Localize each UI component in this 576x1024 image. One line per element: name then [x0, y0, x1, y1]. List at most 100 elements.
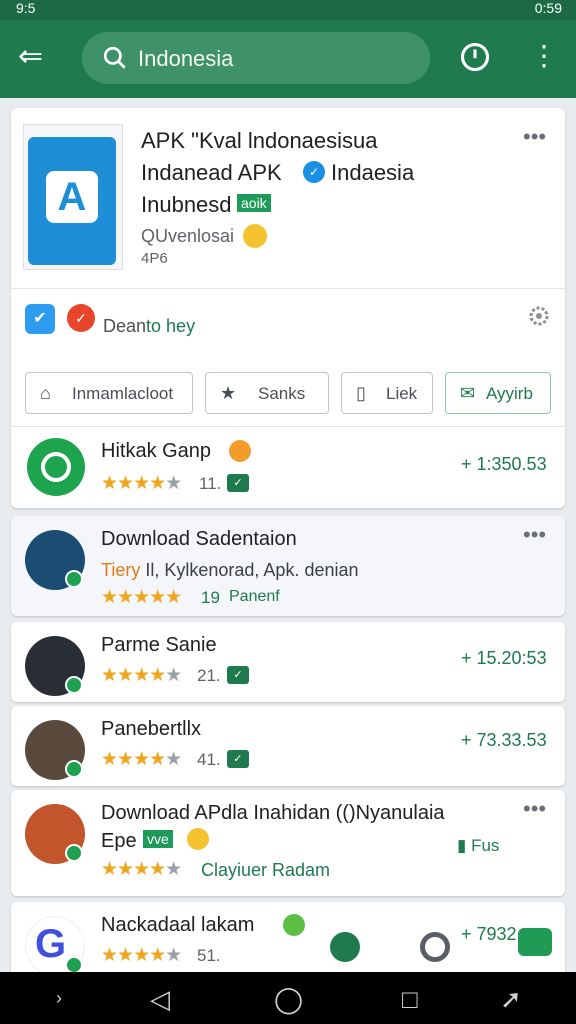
divider — [11, 288, 565, 289]
item-badge: vve — [143, 830, 173, 848]
app-detail-card: A APK "Kval lndonaesisua Indanead APK ✓ … — [11, 108, 565, 508]
rating-stars: ★★★★★ — [101, 749, 182, 770]
item-description-text: Il, Kylkenorad, Apk. denian — [145, 560, 359, 580]
back-arrow-icon[interactable]: ⇐ — [18, 42, 54, 72]
fans-text: Fus — [471, 836, 500, 855]
rating-stars: ★★★★★ — [101, 473, 182, 494]
chat-icon: ✓ — [227, 474, 249, 492]
more-menu-icon[interactable]: ⋮ — [530, 40, 558, 74]
app-bar: ⇐ Indonesia ⋮ — [0, 20, 576, 98]
app-subtitle: QUvenlosai — [141, 226, 235, 246]
divider — [11, 426, 565, 427]
emoji-icon — [187, 828, 209, 850]
install-button[interactable]: ⌂ Inmamlacloot — [25, 372, 193, 414]
item-name: Hitkak Ganp — [101, 440, 212, 462]
review-count: 11. — [199, 474, 222, 493]
rating-stars: ★★★★★ — [101, 587, 182, 608]
search-icon — [103, 46, 126, 69]
chat-nav-icon[interactable] — [518, 928, 552, 956]
item-tag-secondary: Clayiuer Radam — [201, 860, 331, 880]
search-input[interactable]: Indonesia — [82, 32, 430, 84]
list-item[interactable]: Download APdla Inahidan (()Nyanulaia •••… — [11, 790, 565, 896]
nav-menu-icon[interactable]: › — [56, 988, 62, 1009]
app-badge: aoik — [237, 194, 271, 212]
emoji-icon — [283, 914, 305, 936]
bookmark-button-label: Liek — [386, 384, 418, 403]
nav-assist-icon[interactable]: ➚ — [500, 984, 522, 1015]
search-query: Indonesia — [138, 46, 234, 71]
history-icon[interactable] — [460, 42, 490, 72]
nav-back-icon[interactable]: ◁ — [150, 984, 170, 1015]
star-icon: ★ — [220, 383, 237, 403]
rating-stars: ★★★★★ — [101, 859, 182, 880]
home-nav-icon[interactable] — [330, 932, 360, 962]
settings-gear-icon[interactable] — [527, 304, 551, 328]
g-logo-icon: G — [35, 922, 67, 966]
chat-icon: ✓ — [227, 750, 249, 768]
app-icon-background: A — [28, 137, 116, 265]
item-price: + 15.20:53 — [461, 648, 547, 668]
review-count: 51. — [197, 946, 221, 965]
mail-button[interactable]: ✉ Ayyirb — [445, 372, 551, 414]
app-avatar — [27, 438, 85, 496]
install-button-label: Inmamlacloot — [72, 384, 174, 403]
status-left-text: 9:5 — [16, 0, 36, 16]
item-description: Tiery Il, Kylkenorad, Apk. denian — [101, 560, 359, 581]
share-icon[interactable]: ✔ — [25, 304, 55, 334]
rate-button-label: Sanks — [258, 384, 306, 403]
item-options-icon[interactable]: ••• — [523, 522, 546, 548]
online-indicator-icon — [65, 844, 83, 862]
developer-highlight: to hey — [146, 316, 196, 336]
chat-icon: ✓ — [227, 666, 249, 684]
item-options-icon[interactable]: ••• — [523, 796, 546, 822]
mail-button-label: Ayyirb — [486, 384, 533, 403]
app-title-line2-suffix: Indaesia — [331, 160, 415, 185]
rate-button[interactable]: ★ Sanks — [205, 372, 329, 414]
rating-stars: ★★★★★ — [101, 665, 182, 686]
developer-logo-icon[interactable]: ✓ — [67, 304, 95, 332]
online-indicator-icon — [65, 760, 83, 778]
review-count: 21. — [197, 666, 221, 685]
list-item[interactable]: Parme Sanie ★★★★★ 21. ✓ + 15.20:53 — [11, 622, 565, 702]
bookmark-button[interactable]: ▯ Liek — [341, 372, 433, 414]
developer-prefix: Dean — [103, 316, 147, 336]
bottom-navigation — [320, 928, 566, 972]
item-name: Panebertllx — [101, 718, 202, 740]
developer-name[interactable]: Deanto hey — [103, 316, 195, 337]
item-name: Nackadaal lakam — [101, 914, 255, 936]
online-indicator-icon — [65, 676, 83, 694]
emoji-icon — [243, 224, 267, 248]
list-item[interactable]: Download Sadentaion ••• Tiery Il, Kylken… — [11, 516, 565, 616]
item-name: Parme Sanie — [101, 634, 217, 656]
bookmark-icon: ▯ — [356, 383, 366, 403]
nav-home-icon[interactable]: ◯ — [274, 984, 303, 1015]
nav-recents-icon[interactable]: □ — [402, 984, 418, 1015]
home-icon: ⌂ — [40, 383, 51, 403]
mail-icon: ✉ — [460, 383, 476, 403]
status-bar: 9:5 0:59 — [0, 0, 576, 20]
emoji-icon — [229, 440, 251, 462]
system-navigation-bar: › ◁ ◯ □ ➚ — [0, 972, 576, 1024]
item-subtitle: Epe — [101, 830, 137, 852]
rating-stars: ★★★★★ — [101, 945, 182, 966]
app-logo-icon: A — [46, 171, 98, 223]
app-title-line1: APK "Kval lndonaesisua — [141, 128, 378, 153]
app-title-line2: Indanead APK — [141, 160, 282, 185]
card-options-icon[interactable]: ••• — [523, 124, 546, 150]
fans-label[interactable]: ▮ Fus — [457, 836, 499, 856]
profile-nav-icon[interactable] — [420, 932, 450, 962]
verified-icon: ✓ — [303, 161, 325, 183]
list-item[interactable]: Panebertllx ★★★★★ 41. ✓ + 73.33.53 — [11, 706, 565, 786]
item-name: Download Sadentaion — [101, 528, 297, 550]
review-count: 19 — [201, 588, 220, 607]
status-time: 0:59 — [534, 0, 562, 16]
app-icon[interactable]: A — [23, 124, 123, 270]
item-price: + 1:350.53 — [461, 454, 547, 474]
online-indicator-icon — [65, 570, 83, 588]
app-title-line3: Inubnesd — [141, 192, 232, 217]
item-price: + 73.33.53 — [461, 730, 547, 750]
item-tag: Tiery — [101, 560, 141, 580]
item-tag-secondary: Panenf — [229, 588, 280, 605]
review-count: 41. — [197, 750, 221, 769]
app-version: 4P6 — [141, 250, 168, 267]
